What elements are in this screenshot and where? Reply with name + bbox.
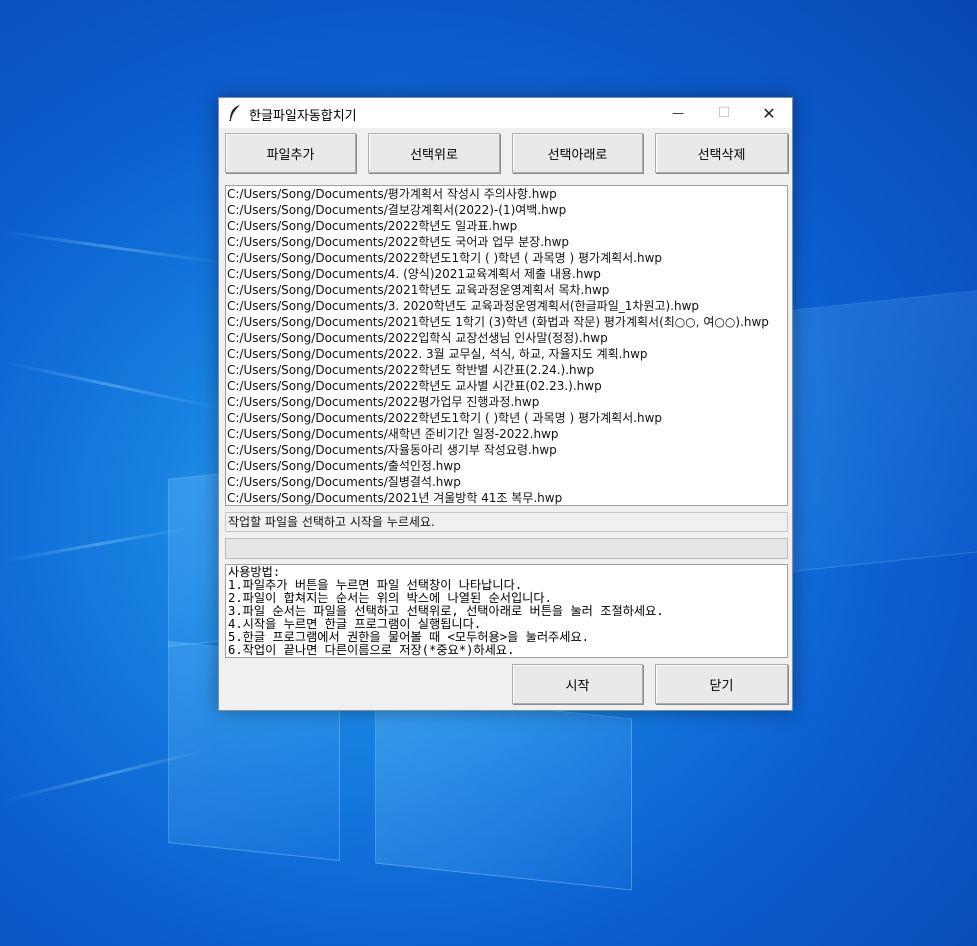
file-list-item[interactable]: C:/Users/Song/Documents/2022학년도 학반별 시간표(… <box>226 362 787 378</box>
maximize-button[interactable]: ☐ <box>701 98 747 128</box>
file-list-item[interactable]: C:/Users/Song/Documents/질병결석.hwp <box>226 474 787 490</box>
file-list-item[interactable]: C:/Users/Song/Documents/2022학년도 일과표.hwp <box>226 218 787 234</box>
file-list-item[interactable]: C:/Users/Song/Documents/4. (양식)2021교육계획서… <box>226 266 787 282</box>
usage-textbox[interactable]: 사용방법: 1.파일추가 버튼을 누르면 파일 선택창이 나타납니다. 2.파일이 … <box>225 564 788 658</box>
minimize-button[interactable]: — <box>655 98 701 128</box>
move-down-button[interactable]: 선택아래로 <box>512 133 643 173</box>
wallpaper-pane <box>375 691 632 891</box>
delete-selected-button[interactable]: 선택삭제 <box>655 133 788 173</box>
status-label: 작업할 파일을 선택하고 시작을 누르세요. <box>225 512 788 532</box>
minimize-icon: — <box>672 106 684 120</box>
file-list-item[interactable]: C:/Users/Song/Documents/2021학년도 1학기 (3)학… <box>226 314 787 330</box>
close-button[interactable]: 닫기 <box>655 664 788 704</box>
close-icon: ✕ <box>762 103 776 123</box>
light-beam <box>0 230 228 265</box>
file-list-item[interactable]: C:/Users/Song/Documents/2021년 겨울방학 41조 복… <box>226 490 787 505</box>
usage-line: 6.작업이 끝나면 다른이름으로 저장(*중요*)하세요. <box>228 643 515 657</box>
file-list-item[interactable]: C:/Users/Song/Documents/2021학년도 교육과정운영계획… <box>226 282 787 298</box>
file-list-item[interactable]: C:/Users/Song/Documents/2022학년도1학기 ( )학년… <box>226 410 787 426</box>
file-list-item[interactable]: C:/Users/Song/Documents/출석인정.hwp <box>226 458 787 474</box>
file-list-item[interactable]: C:/Users/Song/Documents/2022학년도 국어과 업무 분… <box>226 234 787 250</box>
progress-bar <box>225 538 788 559</box>
file-list-item[interactable]: C:/Users/Song/Documents/자율동아리 생기부 작성요령.h… <box>226 442 787 458</box>
add-file-button[interactable]: 파일추가 <box>225 133 356 173</box>
start-button[interactable]: 시작 <box>512 664 643 704</box>
wallpaper-pane <box>793 290 977 572</box>
file-list-item[interactable]: C:/Users/Song/Documents/새학년 준비기간 일정-2022… <box>226 426 787 442</box>
app-window: 한글파일자동합치기 — ☐ ✕ 파일추가 선택위로 선택아래로 선택삭제 C:/… <box>218 97 793 711</box>
file-list-item[interactable]: C:/Users/Song/Documents/평가계획서 작성시 주의사항.h… <box>226 186 787 202</box>
move-up-button[interactable]: 선택위로 <box>368 133 500 173</box>
file-list-item[interactable]: C:/Users/Song/Documents/2022학년도 교사별 시간표(… <box>226 378 787 394</box>
file-listbox[interactable]: C:/Users/Song/Documents/평가계획서 작성시 주의사항.h… <box>225 185 788 506</box>
window-title: 한글파일자동합치기 <box>249 109 357 124</box>
light-beam <box>0 360 226 411</box>
file-list-item[interactable]: C:/Users/Song/Documents/2022학년도1학기 ( )학년… <box>226 250 787 266</box>
file-list-item[interactable]: C:/Users/Song/Documents/2022입학식 교장선생님 인사… <box>226 330 787 346</box>
file-list-item[interactable]: C:/Users/Song/Documents/2022. 3월 교무실, 석식… <box>226 346 787 362</box>
file-list-item[interactable]: C:/Users/Song/Documents/3. 2020학년도 교육과정운… <box>226 298 787 314</box>
feather-icon <box>228 105 241 122</box>
file-list-item[interactable]: C:/Users/Song/Documents/2022평가업무 진행과정.hw… <box>226 394 787 410</box>
title-bar[interactable]: 한글파일자동합치기 — ☐ ✕ <box>219 98 792 128</box>
maximize-icon: ☐ <box>717 105 731 121</box>
close-window-button[interactable]: ✕ <box>746 98 792 128</box>
file-list-item[interactable]: C:/Users/Song/Documents/결보강계획서(2022)-(1)… <box>226 202 787 218</box>
